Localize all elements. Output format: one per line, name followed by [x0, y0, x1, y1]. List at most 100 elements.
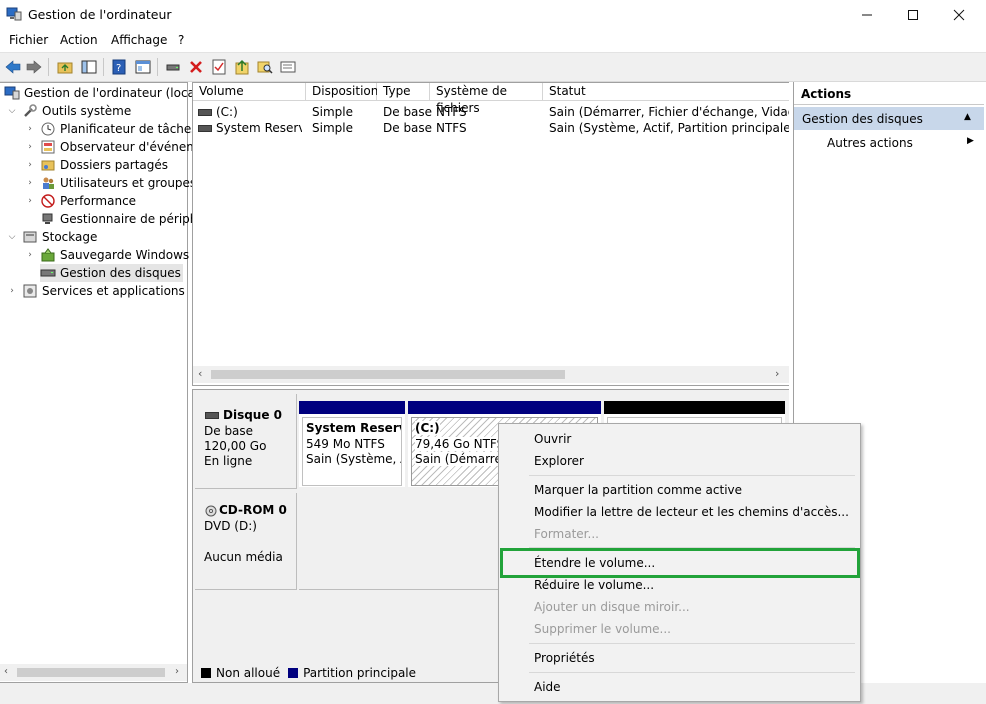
volume-status: Sain (Système, Actif, Partition principa…: [549, 121, 789, 135]
menu-action[interactable]: Action: [60, 33, 98, 47]
export-up-icon[interactable]: [233, 58, 251, 76]
menu-affichage[interactable]: Affichage: [111, 33, 167, 47]
volume-filesystem: NTFS: [436, 105, 467, 119]
cdrom-0-info[interactable]: CD-ROM 0 DVD (D:) Aucun média: [195, 493, 297, 590]
close-button[interactable]: [936, 0, 982, 30]
tools-icon: [22, 103, 38, 119]
menu-item-open[interactable]: Ouvrir: [534, 432, 571, 446]
menu-item-add-mirror: Ajouter un disque miroir...: [534, 600, 690, 614]
chevron-right-icon[interactable]: ›: [24, 160, 36, 170]
disk-size: 120,00 Go: [204, 439, 267, 453]
tree-item-utilisateurs[interactable]: › Utilisateurs et groupes l: [24, 174, 203, 192]
maximize-button[interactable]: [890, 0, 936, 30]
tree-item-services[interactable]: › Services et applications: [6, 282, 185, 300]
storage-icon: [22, 229, 38, 245]
title-bar: Gestion de l'ordinateur: [0, 0, 986, 30]
chevron-right-icon[interactable]: ›: [24, 196, 36, 206]
partition-name: System Reservec: [306, 421, 401, 435]
help-icon[interactable]: ?: [110, 58, 128, 76]
disk-name: Disque 0: [223, 408, 283, 422]
menu-item-properties[interactable]: Propriétés: [534, 651, 595, 665]
column-header-status[interactable]: Statut: [543, 83, 789, 101]
tree-item-label: Outils système: [42, 104, 132, 118]
tree-item-outils-systeme[interactable]: ⌵ Outils système: [6, 102, 132, 120]
backup-icon: [40, 247, 56, 263]
tree-item-sauvegarde[interactable]: › Sauvegarde Windows Se: [24, 246, 208, 264]
submenu-arrow-icon: ▶: [967, 136, 974, 146]
checklist-icon[interactable]: [210, 58, 228, 76]
column-header-disposition[interactable]: Disposition: [306, 83, 378, 101]
table-row[interactable]: (C:) Simple De base NTFS Sain (Démarrer,…: [193, 103, 789, 121]
menu-fichier[interactable]: Fichier: [9, 33, 48, 47]
chevron-right-icon[interactable]: ›: [24, 178, 36, 188]
menu-item-shrink-volume[interactable]: Réduire le volume...: [534, 578, 654, 592]
volume-horizontal-scrollbar[interactable]: ‹ ›: [193, 366, 789, 383]
scroll-thumb[interactable]: [211, 370, 565, 379]
scroll-left-icon[interactable]: ‹: [4, 666, 8, 677]
cdrom-drive: DVD (D:): [204, 519, 257, 533]
chevron-down-icon[interactable]: ⌵: [6, 232, 18, 242]
volume-type: De base: [383, 105, 433, 119]
tree-item-dossiers[interactable]: › Dossiers partagés: [24, 156, 168, 174]
column-header-type[interactable]: Type: [377, 83, 430, 101]
tree-item-label: Gestion des disques: [60, 266, 181, 280]
tree-root[interactable]: Gestion de l'ordinateur (local): [4, 84, 203, 102]
tree-item-label: Performance: [60, 194, 137, 208]
menu-item-change-letter[interactable]: Modifier la lettre de lecteur et les che…: [534, 505, 849, 519]
disk-state: En ligne: [204, 454, 253, 468]
drive-icon: [198, 109, 212, 116]
tree-item-stockage[interactable]: ⌵ Stockage: [6, 228, 98, 246]
disk-0-info[interactable]: Disque 0 De base 120,00 Go En ligne: [195, 394, 297, 489]
delete-x-icon[interactable]: [187, 58, 205, 76]
tree-item-performance[interactable]: › Performance: [24, 192, 136, 210]
chevron-right-icon[interactable]: ›: [24, 250, 36, 260]
menu-item-mark-active[interactable]: Marquer la partition comme active: [534, 483, 742, 497]
show-hide-tree-icon[interactable]: [80, 58, 98, 76]
cd-icon: [205, 505, 217, 517]
scroll-right-icon[interactable]: ›: [775, 367, 779, 380]
column-header-volume[interactable]: Volume: [193, 83, 306, 101]
disk-icon: [205, 412, 219, 419]
chevron-right-icon[interactable]: ›: [24, 124, 36, 134]
collapse-up-icon[interactable]: ▲: [964, 112, 971, 122]
tree-item-label: Sauvegarde Windows Se: [60, 248, 208, 262]
forward-arrow-icon[interactable]: [25, 58, 43, 76]
tree-item-gestion-disques[interactable]: Gestion des disques: [40, 264, 183, 282]
search-folder-icon[interactable]: [256, 58, 274, 76]
table-row[interactable]: System Reserved Simple De base NTFS Sain…: [193, 121, 789, 139]
partition-system-reserved[interactable]: System Reservec 549 Mo NTFS Sain (Systèm…: [299, 401, 405, 487]
highlight-box: [500, 548, 860, 578]
connect-drive-icon[interactable]: [164, 58, 182, 76]
tree-item-observateur[interactable]: › Observateur d'événeme: [24, 138, 205, 156]
tree-horizontal-scrollbar[interactable]: ‹ ›: [0, 664, 187, 681]
users-icon: [40, 175, 56, 191]
primary-swatch: [288, 668, 299, 678]
drive-icon: [198, 125, 212, 132]
chevron-right-icon[interactable]: ›: [24, 142, 36, 152]
scroll-right-icon[interactable]: ›: [175, 666, 179, 677]
menu-help[interactable]: ?: [178, 33, 184, 47]
tree-item-planificateur[interactable]: › Planificateur de tâches: [24, 120, 198, 138]
minimize-button[interactable]: [844, 0, 890, 30]
up-folder-icon[interactable]: [56, 58, 74, 76]
scroll-thumb[interactable]: [17, 668, 165, 677]
menu-item-help[interactable]: Aide: [534, 680, 561, 694]
services-icon: [22, 283, 38, 299]
primary-partition-bar: [299, 401, 405, 414]
properties-sheet-icon[interactable]: [279, 58, 297, 76]
menu-item-explore[interactable]: Explorer: [534, 454, 584, 468]
actions-more[interactable]: Autres actions ▶: [794, 133, 984, 153]
chevron-down-icon[interactable]: ⌵: [6, 106, 18, 116]
tree-item-label: Planificateur de tâches: [60, 122, 198, 136]
tree-item-label: Utilisateurs et groupes l: [60, 176, 204, 190]
tree-item-gestionnaire[interactable]: Gestionnaire de périphé: [40, 210, 205, 228]
back-arrow-icon[interactable]: [4, 58, 22, 76]
clock-icon: [40, 121, 56, 137]
chevron-right-icon[interactable]: ›: [6, 286, 18, 296]
scroll-left-icon[interactable]: ‹: [198, 367, 202, 380]
tree-item-label: Dossiers partagés: [60, 158, 169, 172]
actions-section-header[interactable]: Gestion des disques ▲: [794, 107, 984, 130]
column-header-filesystem[interactable]: Système de fichiers: [430, 83, 543, 115]
console-view-icon[interactable]: [134, 58, 152, 76]
cdrom-media: Aucun média: [204, 550, 283, 564]
